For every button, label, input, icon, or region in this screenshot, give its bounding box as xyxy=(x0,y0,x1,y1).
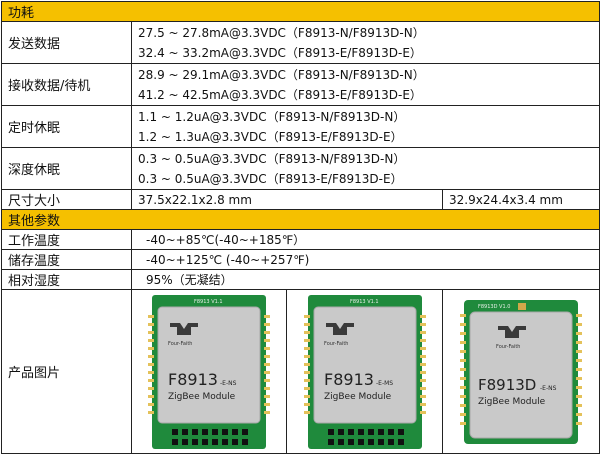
section-header-other: 其他参数 xyxy=(0,209,600,230)
value-line: 1.2 ~ 1.3uA@3.3VDC（F8913-E/F8913D-E） xyxy=(138,129,403,144)
row-value: -40~+125℃ (-40~+257℉) xyxy=(130,249,600,270)
row-value: 1.1 ~ 1.2uA@3.3VDC（F8913-N/F8913D-N） 1.2… xyxy=(130,105,600,148)
row-label: 工作温度 xyxy=(1,229,132,250)
section-header-power: 功耗 xyxy=(0,1,600,22)
row-size: 尺寸大小 37.5x22.1x2.8 mm 32.9x24.4x3.4 mm xyxy=(1,189,600,210)
row-product-image: 产品图片 F8913 V1.1 Four-Faith F8913 -E-NS Z… xyxy=(1,289,600,454)
value-line: 0.3 ~ 0.5uA@3.3VDC（F8913-N/F8913D-N） xyxy=(138,151,406,166)
spec-page: 功耗 发送数据 27.5 ~ 27.8mA@3.3VDC（F8913-N/F89… xyxy=(0,1,600,467)
model-name: F8913 xyxy=(324,370,374,389)
model-suffix: -E-MS xyxy=(376,380,393,387)
board-tag: F8913 V1.1 xyxy=(350,299,379,305)
section-title: 功耗 xyxy=(0,1,600,22)
row-label: 定时休眠 xyxy=(1,105,132,148)
value-line: 32.4 ~ 33.2mA@3.3VDC（F8913-E/F8913D-E） xyxy=(138,45,422,60)
size-value-b: 32.9x24.4x3.4 mm xyxy=(441,189,600,210)
brand-name: Four-Faith xyxy=(324,341,348,347)
value-line: 0.3 ~ 0.5uA@3.3VDC（F8913-E/F8913D-E） xyxy=(138,171,403,186)
row-value: 95%（无凝结） xyxy=(130,269,600,290)
row-label: 发送数据 xyxy=(1,21,132,64)
product-photo-f8913d: F8913D V1.0 Four-Faith F8913D -E-NS ZigB… xyxy=(460,299,582,444)
model-suffix: -E-NS xyxy=(220,380,237,387)
board-tag: F8913D V1.0 xyxy=(478,304,510,310)
row-value: 0.3 ~ 0.5uA@3.3VDC（F8913-N/F8913D-N） 0.3… xyxy=(130,147,600,190)
product-photo-f8913-ms: F8913 V1.1 Four-Faith F8913 -E-MS ZigBee… xyxy=(303,294,426,449)
brand-name: Four-Faith xyxy=(496,344,520,350)
model-name: F8913 xyxy=(168,370,218,389)
row-label: 储存温度 xyxy=(1,249,132,270)
product-image-cell: F8913 V1.1 Four-Faith F8913 -E-MS ZigBee… xyxy=(286,289,443,454)
row-timed-sleep: 定时休眠 1.1 ~ 1.2uA@3.3VDC（F8913-N/F8913D-N… xyxy=(1,105,600,148)
row-value: -40~+85℃(-40~+185℉） xyxy=(130,229,600,250)
model-name: F8913D xyxy=(478,376,536,394)
size-value-a: 37.5x22.1x2.8 mm xyxy=(131,189,443,210)
product-image-cell: F8913 V1.1 Four-Faith F8913 -E-NS ZigBee… xyxy=(131,289,287,454)
antenna-connector xyxy=(518,302,526,310)
row-value: 28.9 ~ 29.1mA@3.3VDC（F8913-N/F8913D-N） 4… xyxy=(130,63,600,106)
row-label: 深度休眠 xyxy=(1,147,132,190)
product-image-cell: F8913D V1.0 Four-Faith F8913D -E-NS ZigB… xyxy=(441,289,600,454)
row-value: 27.5 ~ 27.8mA@3.3VDC（F8913-N/F8913D-N） 3… xyxy=(130,21,600,64)
row-label: 尺寸大小 xyxy=(1,189,132,210)
row-label: 相对湿度 xyxy=(1,269,132,290)
row-humidity: 相对湿度 95%（无凝结） xyxy=(1,269,600,290)
model-suffix: -E-NS xyxy=(540,385,557,392)
module-subtitle: ZigBee Module xyxy=(478,397,546,407)
row-label: 产品图片 xyxy=(1,289,132,454)
module-subtitle: ZigBee Module xyxy=(324,392,392,402)
rf-shield xyxy=(469,311,573,438)
value-line: 41.2 ~ 42.5mA@3.3VDC（F8913-E/F8913D-E） xyxy=(138,87,422,102)
brand-name: Four-Faith xyxy=(168,341,192,347)
row-receive: 接收数据/待机 28.9 ~ 29.1mA@3.3VDC（F8913-N/F89… xyxy=(1,63,600,106)
value-line: 1.1 ~ 1.2uA@3.3VDC（F8913-N/F8913D-N） xyxy=(138,109,406,124)
product-photo-f8913-ns: F8913 V1.1 Four-Faith F8913 -E-NS ZigBee… xyxy=(148,294,270,449)
board-tag: F8913 V1.1 xyxy=(194,299,223,305)
row-work-temp: 工作温度 -40~+85℃(-40~+185℉） xyxy=(1,229,600,250)
row-storage-temp: 储存温度 -40~+125℃ (-40~+257℉) xyxy=(1,249,600,270)
row-send: 发送数据 27.5 ~ 27.8mA@3.3VDC（F8913-N/F8913D… xyxy=(1,21,600,64)
spec-table: 功耗 发送数据 27.5 ~ 27.8mA@3.3VDC（F8913-N/F89… xyxy=(0,1,600,454)
value-line: 27.5 ~ 27.8mA@3.3VDC（F8913-N/F8913D-N） xyxy=(138,25,425,40)
module-subtitle: ZigBee Module xyxy=(168,392,236,402)
row-deep-sleep: 深度休眠 0.3 ~ 0.5uA@3.3VDC（F8913-N/F8913D-N… xyxy=(1,147,600,190)
value-line: 28.9 ~ 29.1mA@3.3VDC（F8913-N/F8913D-N） xyxy=(138,67,425,82)
section-title: 其他参数 xyxy=(0,209,600,230)
row-label: 接收数据/待机 xyxy=(1,63,132,106)
